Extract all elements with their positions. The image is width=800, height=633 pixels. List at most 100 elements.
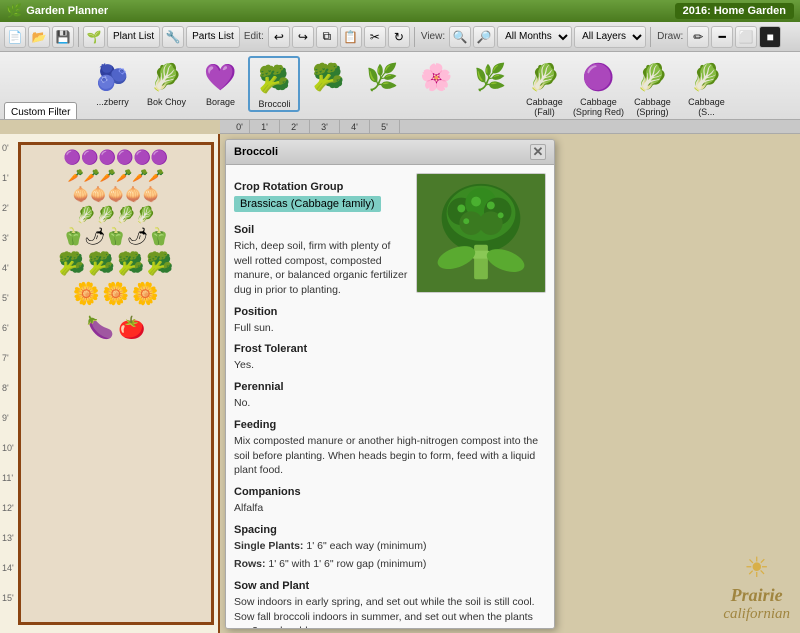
plant-icon-borage: 💜 [199,56,241,98]
perennial-text: No. [234,396,546,411]
plant-icon-cabbage-spring: 🥬 [631,56,673,98]
months-select[interactable]: All Months [497,26,572,48]
garden-grid[interactable]: 0' 1' 2' 3' 4' 5' 6' 7' 8' 9' 10' 11' 12… [0,134,220,633]
plant-item-cabbage-fall[interactable]: 🥬 Cabbage (Fall) [518,56,570,118]
companions-title: Companions [234,486,546,498]
plant-icon-cabbage-fall: 🥬 [523,56,565,98]
spacing-rows-bold: Rows: [234,558,266,570]
sow-text: Sow indoors in early spring, and set out… [234,595,546,629]
row-label-13: 13' [2,534,14,543]
sep2 [414,27,415,47]
rotate-btn[interactable]: ↻ [388,26,410,48]
plant-onion2: 🧅 [90,186,107,203]
plant-item-cabbage-spring[interactable]: 🥬 Cabbage (Spring) [626,56,678,118]
plant-beet2: 🟣 [81,149,98,166]
plant-pepper4: 🌶 [127,227,149,247]
open-btn[interactable]: 📂 [28,26,50,48]
zoom-in-btn[interactable]: 🔍 [449,26,471,48]
plant-lettuce2: 🥬 [96,205,116,225]
sep3 [650,27,651,47]
plant-name-cabbage-fall: Cabbage (Fall) [518,98,570,118]
plant-carrot2: 🥕 [84,168,100,184]
plant-item-broccoli[interactable]: 🥦 Broccoli [248,56,300,112]
plant-cauliflower1: 🌼 [73,281,100,307]
undo-btn[interactable]: ↩ [268,26,290,48]
info-panel-close-btn[interactable]: ✕ [530,144,546,160]
plant-icon-cabbage-spring-red: 🟣 [577,56,619,98]
title-bar: 🌿 Garden Planner 2016: Home Garden [0,0,800,22]
edit-label: Edit: [244,31,264,42]
plant-list-btn[interactable]: Plant List [107,26,160,48]
info-panel-header: Broccoli ✕ [226,140,554,165]
position-title: Position [234,306,546,318]
plant-item-cabbage-s2[interactable]: 🥬 Cabbage (S... [680,56,732,118]
plant-item-borage[interactable]: 💜 Borage [194,56,246,108]
plant-item-cabbage-spring-red[interactable]: 🟣 Cabbage (Spring Red) [572,56,624,118]
plant-tomato: 🍅 [118,315,145,341]
layers-select[interactable]: All Layers [574,26,646,48]
draw-fill-btn[interactable]: ■ [759,26,781,48]
plant-lettuce3: 🥬 [116,205,136,225]
plant-item-bokchoy[interactable]: 🥬 Bok Choy [140,56,192,108]
plant-beet: 🟣 [64,149,81,166]
draw-line-btn[interactable]: ━ [711,26,733,48]
col-2: 2' [280,120,310,133]
plant-name-bokchoy: Bok Choy [147,98,186,108]
new-btn[interactable]: 📄 [4,26,26,48]
plant-beet6: 🟣 [151,149,168,166]
watermark-line2: californian [723,606,790,623]
plant-broccoli-g2: 🥦 [88,251,115,277]
plant-beet3: 🟣 [99,149,116,166]
main-area: 0' 1' 2' 3' 4' 5' 6' 7' 8' 9' 10' 11' 12… [0,134,800,633]
plant-eggplant: 🍆 [87,315,114,341]
plant-icon-btn[interactable]: 🌱 [83,26,105,48]
spacing-single-bold: Single Plants: [234,540,303,552]
info-panel-content: Crop Rotation Group Brassicas (Cabbage f… [226,165,554,629]
custom-filter-box[interactable]: Custom Filter [4,102,77,120]
spacing-rows: Rows: 1' 6" with 1' 6" row gap (minimum) [234,557,546,572]
parts-list-btn[interactable]: Parts List [186,26,240,48]
draw-pencil-btn[interactable]: ✏ [687,26,709,48]
plant-name-cabbage-spring: Cabbage (Spring) [626,98,678,118]
row-label-1: 1' [2,174,9,183]
app-icon: 🌿 [6,3,22,19]
delete-btn[interactable]: ✂ [364,26,386,48]
plant-item-blueberry[interactable]: 🫐 ...zberry [86,56,138,108]
row-label-4: 4' [2,264,9,273]
spacing-single: Single Plants: 1' 6" each way (minimum) [234,539,546,554]
plant-carrot5: 🥕 [132,168,148,184]
plant-icon-herb1: 🌿 [361,56,403,98]
row-label-3: 3' [2,234,9,243]
copy-btn[interactable]: ⧉ [316,26,338,48]
draw-rect-btn[interactable]: ⬜ [735,26,757,48]
col-4: 4' [340,120,370,133]
plant-pepper3: 🫑 [105,227,126,247]
plant-carrot3: 🥕 [100,168,116,184]
plant-item-herb1[interactable]: 🌿 [356,56,408,98]
col-0: 0' [230,120,250,133]
info-panel-title: Broccoli [234,146,278,158]
plant-carrot4: 🥕 [116,168,132,184]
row-label-0: 0' [2,144,9,153]
plant-beet4: 🟣 [116,149,133,166]
frost-title: Frost Tolerant [234,343,546,355]
plant-item-herb2[interactable]: 🌿 [464,56,516,98]
paste-btn[interactable]: 📋 [340,26,362,48]
row-label-8: 8' [2,384,9,393]
plant-item-cabbage2[interactable]: 🥦 [302,56,354,98]
feeding-title: Feeding [234,419,546,431]
plant-broccoli-g4: 🥦 [146,251,173,277]
parts-icon-btn[interactable]: 🔧 [162,26,184,48]
plant-lettuce1: 🥬 [76,205,96,225]
view-label: View: [421,31,445,42]
zoom-out-btn[interactable]: 🔎 [473,26,495,48]
redo-btn[interactable]: ↪ [292,26,314,48]
plant-icon-bokchoy: 🥬 [145,56,187,98]
plant-item-flower1[interactable]: 🌸 [410,56,462,98]
save-btn[interactable]: 💾 [52,26,74,48]
plant-name-cabbage-s2: Cabbage (S... [680,98,732,118]
row-label-15: 15' [2,594,14,603]
plant-icon-broccoli: 🥦 [253,58,295,100]
plant-name-blueberry: ...zberry [96,98,129,108]
sep1 [78,27,79,47]
